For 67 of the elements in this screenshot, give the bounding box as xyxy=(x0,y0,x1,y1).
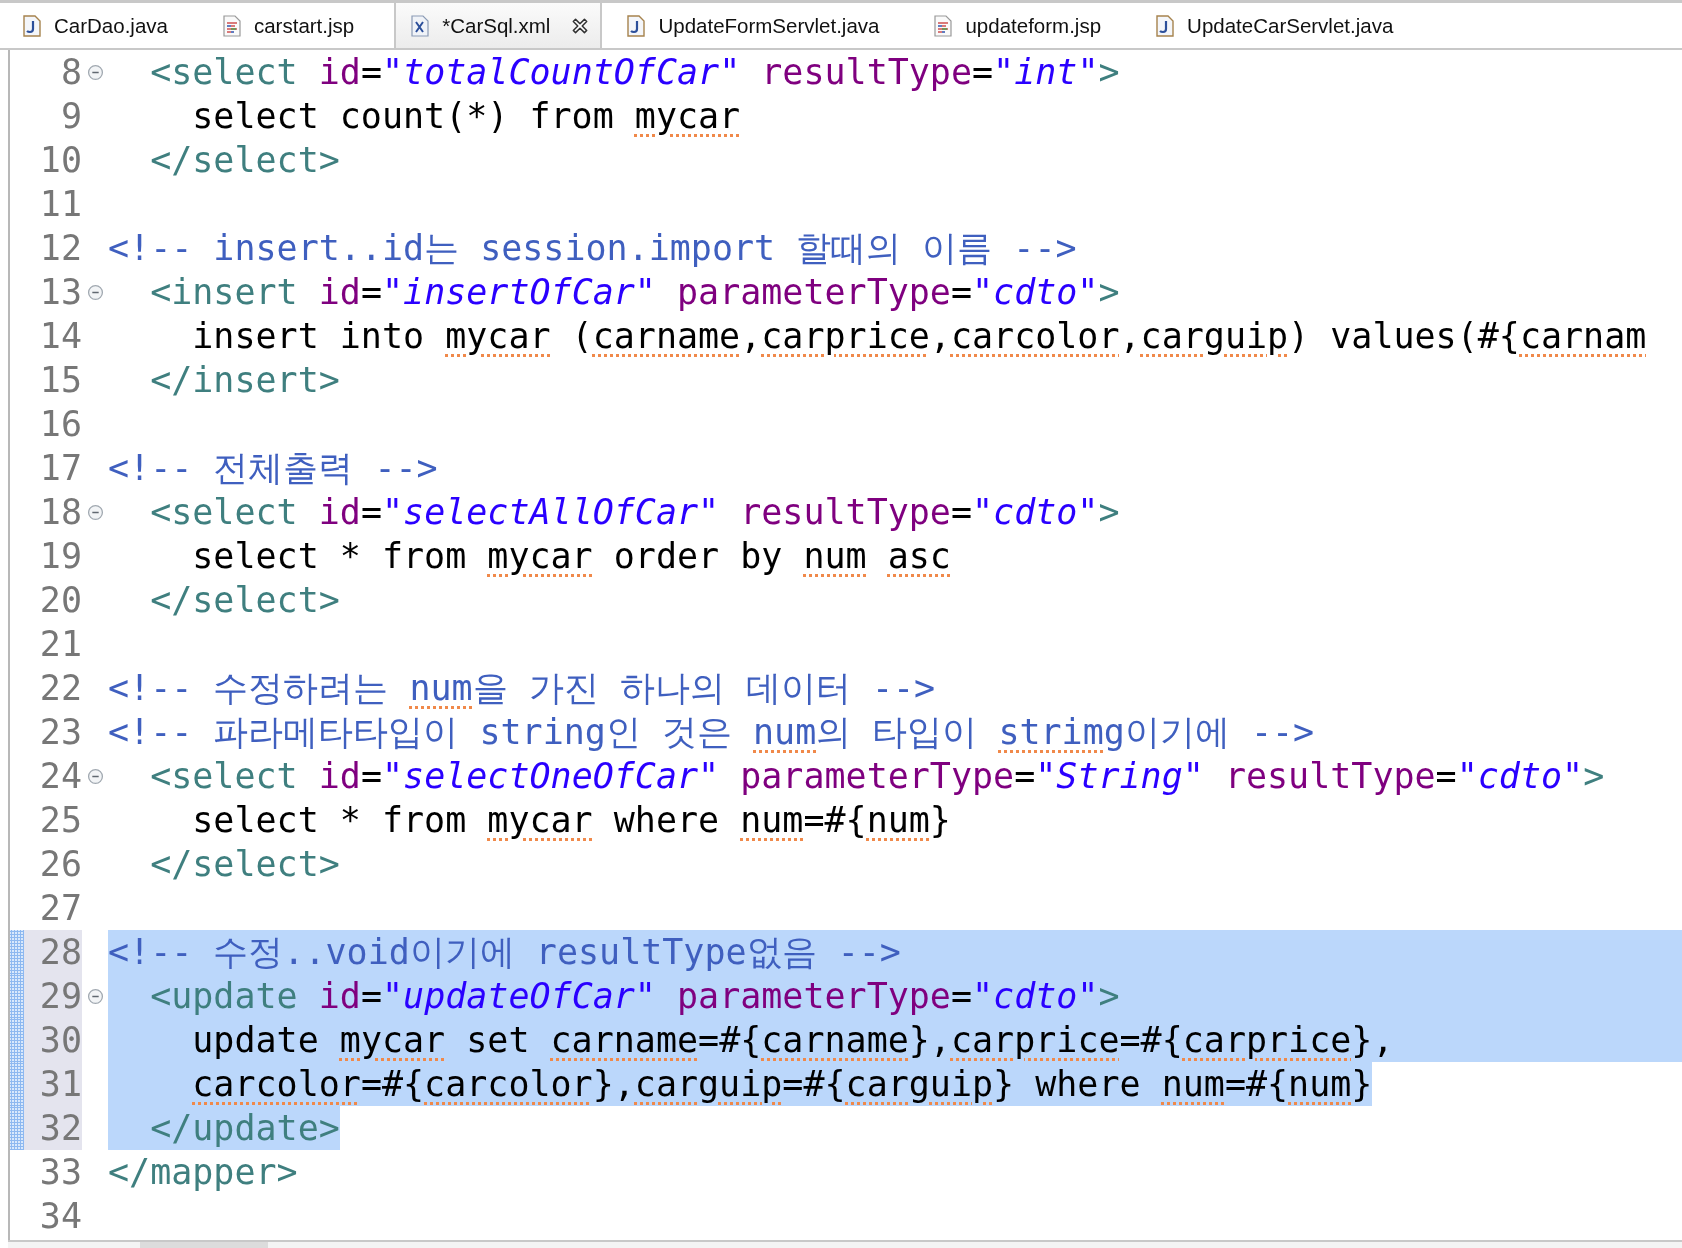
selection-gutter-marker xyxy=(10,1018,24,1062)
line-number: 17 xyxy=(38,447,82,490)
code-line: select * from mycar where num=#{num} xyxy=(191,799,951,842)
code-line: <select id="totalCountOfCar" resultType="int"> xyxy=(149,51,1120,94)
code-line: <!-- insert..id는 session.import 할때의 이름 --> xyxy=(108,227,1077,270)
editor-tab[interactable]: CarDao.java xyxy=(8,3,208,48)
code-line: insert into mycar (carname,carprice,carcolor,carguip) values(#{carnam xyxy=(191,315,1647,358)
code-line: </insert> xyxy=(149,359,340,402)
line-number: 15 xyxy=(38,359,82,402)
line-number: 26 xyxy=(38,843,82,886)
java-file-icon xyxy=(22,14,42,37)
document-icon xyxy=(221,14,242,37)
line-number: 22 xyxy=(38,667,82,710)
editor-tab[interactable]: UpdateFormServlet.java xyxy=(612,3,920,48)
java-file-icon xyxy=(626,14,647,37)
code-line: <select id="selectOneOfCar" parameterType="String" resultType="cdto"> xyxy=(149,755,1605,798)
line-number: 19 xyxy=(38,535,82,578)
line-number: 27 xyxy=(38,887,82,930)
code-line: select count(*) from mycar xyxy=(191,95,741,138)
selection-gutter-marker xyxy=(10,1106,24,1150)
collapse-icon[interactable] xyxy=(86,503,104,521)
line-number: 29 xyxy=(24,974,82,1018)
code-line: </select> xyxy=(149,579,340,622)
code-line: <select id="selectAllOfCar" resultType="cdto"> xyxy=(149,491,1120,534)
line-number: 11 xyxy=(38,183,82,226)
line-number: 30 xyxy=(24,1018,82,1062)
document-icon xyxy=(933,14,954,37)
line-number: 31 xyxy=(24,1062,82,1106)
line-number: 20 xyxy=(38,579,82,622)
line-number: 13 xyxy=(38,271,82,314)
line-number: 18 xyxy=(38,491,82,534)
line-number: 23 xyxy=(38,711,82,754)
code-line: <!-- 수정하려는 num을 가진 하나의 데이터 --> xyxy=(108,667,936,710)
line-number: 25 xyxy=(38,799,82,842)
selection-gutter-marker xyxy=(10,930,24,974)
code-line: </mapper> xyxy=(108,1151,298,1194)
collapse-icon[interactable] xyxy=(86,767,104,785)
collapse-icon[interactable] xyxy=(86,987,104,1005)
line-number: 33 xyxy=(38,1151,82,1194)
code-line: <!-- 파라메타타입이 string인 것은 num의 타입이 strimg이기에 --> xyxy=(108,711,1315,754)
collapse-icon[interactable] xyxy=(86,63,104,81)
selection-gutter-marker xyxy=(10,974,24,1018)
editor-tab[interactable]: *CarSql.xml xyxy=(394,3,603,48)
editor-tab[interactable]: UpdateCarServlet.java xyxy=(1141,3,1434,48)
line-number: 16 xyxy=(38,403,82,446)
code-line: <insert id="insertOfCar" parameterType="cdto"> xyxy=(149,271,1120,314)
line-number: 32 xyxy=(24,1106,82,1150)
line-number: 12 xyxy=(38,227,82,270)
editor-tab[interactable]: updateform.jsp xyxy=(919,3,1142,48)
java-file-icon xyxy=(1155,14,1176,37)
line-number: 10 xyxy=(38,139,82,182)
code-line: select * from mycar order by num asc xyxy=(191,535,951,578)
line-number: 14 xyxy=(38,315,82,358)
line-number: 9 xyxy=(59,95,82,138)
editor-tab[interactable]: carstart.jsp xyxy=(207,3,395,48)
collapse-icon[interactable] xyxy=(86,283,104,301)
code-line: </select> xyxy=(149,139,340,182)
selection-gutter-marker xyxy=(10,1062,24,1106)
line-number: 24 xyxy=(38,755,82,798)
code-line: <!-- 전체출력 --> xyxy=(108,447,438,490)
line-number: 21 xyxy=(38,623,82,666)
line-number: 34 xyxy=(38,1195,82,1238)
code-line: </select> xyxy=(149,843,340,886)
line-number: 8 xyxy=(59,51,82,94)
horizontal-scrollbar[interactable] xyxy=(8,1240,1682,1248)
xml-file-icon xyxy=(410,14,431,37)
line-number: 28 xyxy=(24,930,82,974)
